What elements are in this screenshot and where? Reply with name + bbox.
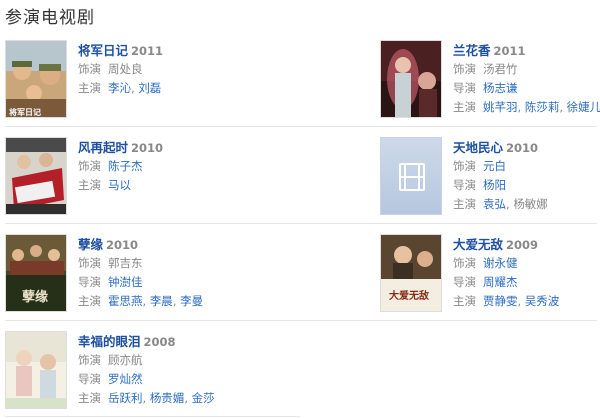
cast-link[interactable]: 李晨 xyxy=(150,294,173,308)
show-title[interactable]: 风再起时 xyxy=(78,140,128,155)
divider xyxy=(5,320,597,321)
director-label: 导演 xyxy=(453,178,476,192)
cast-name: 杨敏娜 xyxy=(513,197,548,211)
starring-label: 主演 xyxy=(78,391,101,405)
divider xyxy=(5,126,597,127)
starring-label: 主演 xyxy=(453,197,476,211)
show-year: 2011 xyxy=(131,44,164,58)
tv-show-card: 将军日记 将军日记 2011 饰演 周处良 主演 李沁, 刘磊 xyxy=(5,40,225,120)
cast-link[interactable]: 姚芊羽 xyxy=(483,100,518,114)
cast-link[interactable]: 杨贵媚 xyxy=(150,391,185,405)
tv-show-card: 大爱无敌 大爱无敌 2009 饰演 谢永健 导演 周耀杰 主演 贾静雯, 吴秀波 xyxy=(380,234,600,314)
tv-show-card: 天地民心 2010 饰演 元白 导演 杨阳 主演 袁弘, 杨敏娜 xyxy=(380,137,600,217)
starring-label: 主演 xyxy=(78,81,101,95)
role-name: 汤君竹 xyxy=(483,62,518,76)
cast-link[interactable]: 李曼 xyxy=(180,294,203,308)
show-poster-placeholder[interactable] xyxy=(380,137,442,215)
director-link[interactable]: 周耀杰 xyxy=(483,275,518,289)
role-link[interactable]: 陈子杰 xyxy=(108,159,143,173)
show-year: 2011 xyxy=(493,44,526,58)
show-poster[interactable] xyxy=(5,331,67,409)
show-year: 2010 xyxy=(131,141,164,155)
director-label: 导演 xyxy=(453,81,476,95)
tv-show-card: 孽缘 孽缘 2010 饰演 郭吉东 导演 钟澍佳 主演 霍思燕, 李晨, 李曼 xyxy=(5,234,225,314)
role-label: 饰演 xyxy=(453,62,476,76)
poster-text: 大爱无敌 xyxy=(389,289,429,302)
cast-link[interactable]: 贾静雯 xyxy=(483,294,518,308)
tv-show-card: 幸福的眼泪 2008 饰演 顾亦航 导演 罗灿然 主演 岳跃利, 杨贵媚, 金莎 xyxy=(5,331,225,411)
tv-show-card: 风再起时 2010 饰演 陈子杰 主演 马以 xyxy=(5,137,225,217)
show-title[interactable]: 兰花香 xyxy=(453,43,491,58)
poster-text: 将军日记 xyxy=(9,107,41,117)
starring-label: 主演 xyxy=(78,178,101,192)
show-poster[interactable]: 大爱无敌 xyxy=(380,234,442,312)
director-link[interactable]: 杨志谦 xyxy=(483,81,518,95)
show-title[interactable]: 将军日记 xyxy=(78,43,128,58)
show-poster[interactable] xyxy=(5,137,67,215)
cast-link[interactable]: 李沁 xyxy=(108,81,131,95)
director-link[interactable]: 杨阳 xyxy=(483,178,506,192)
cast-link[interactable]: 金莎 xyxy=(192,391,215,405)
role-label: 饰演 xyxy=(78,62,101,76)
poster-text: 孽缘 xyxy=(22,289,48,305)
tv-show-card: 兰花香 2011 饰演 汤君竹 导演 杨志谦 主演 姚芊羽, 陈莎莉, 徐婕儿 xyxy=(380,40,600,120)
show-title[interactable]: 孽缘 xyxy=(78,237,103,252)
show-title[interactable]: 幸福的眼泪 xyxy=(78,334,141,349)
divider xyxy=(5,416,300,417)
role-label: 饰演 xyxy=(78,353,101,367)
cast-link[interactable]: 徐婕儿 xyxy=(567,100,600,114)
show-poster[interactable]: 孽缘 xyxy=(5,234,67,312)
director-label: 导演 xyxy=(453,275,476,289)
role-label: 饰演 xyxy=(78,256,101,270)
starring-label: 主演 xyxy=(453,100,476,114)
cast-link[interactable]: 岳跃利 xyxy=(108,391,143,405)
role-name: 郭吉东 xyxy=(108,256,143,270)
show-title[interactable]: 大爱无敌 xyxy=(453,237,503,252)
role-label: 饰演 xyxy=(78,159,101,173)
role-label: 饰演 xyxy=(453,159,476,173)
divider xyxy=(5,223,597,224)
cast-link[interactable]: 吴秀波 xyxy=(525,294,560,308)
cast-link[interactable]: 霍思燕 xyxy=(108,294,143,308)
show-title[interactable]: 天地民心 xyxy=(453,140,503,155)
role-name: 周处良 xyxy=(108,62,143,76)
show-year: 2009 xyxy=(506,238,539,252)
director-link[interactable]: 罗灿然 xyxy=(108,372,143,386)
role-label: 饰演 xyxy=(453,256,476,270)
cast-link[interactable]: 马以 xyxy=(108,178,131,192)
cast-link[interactable]: 袁弘 xyxy=(483,197,506,211)
director-label: 导演 xyxy=(78,275,101,289)
role-link[interactable]: 元白 xyxy=(483,159,506,173)
show-poster[interactable]: 将军日记 xyxy=(5,40,67,118)
show-year: 2010 xyxy=(106,238,139,252)
show-poster[interactable] xyxy=(380,40,442,118)
starring-label: 主演 xyxy=(453,294,476,308)
show-year: 2010 xyxy=(506,141,539,155)
starring-label: 主演 xyxy=(78,294,101,308)
director-link[interactable]: 钟澍佳 xyxy=(108,275,143,289)
role-link[interactable]: 谢永健 xyxy=(483,256,518,270)
section-title: 参演电视剧 xyxy=(5,8,95,28)
director-label: 导演 xyxy=(78,372,101,386)
show-year: 2008 xyxy=(143,335,176,349)
cast-link[interactable]: 陈莎莉 xyxy=(525,100,560,114)
role-name: 顾亦航 xyxy=(108,353,143,367)
cast-link[interactable]: 刘磊 xyxy=(138,81,161,95)
